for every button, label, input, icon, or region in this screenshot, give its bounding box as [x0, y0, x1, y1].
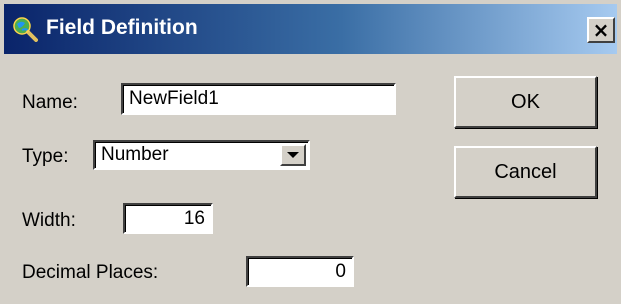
type-label: Type:	[22, 146, 69, 167]
decimal-places-label: Decimal Places:	[22, 262, 159, 283]
decimal-places-input[interactable]: 0	[246, 256, 354, 287]
decimal-places-input-value: 0	[335, 260, 346, 282]
name-input-value: NewField1	[129, 88, 219, 109]
name-input[interactable]: NewField1	[121, 83, 396, 115]
close-icon: ×	[592, 18, 610, 42]
title-bar[interactable]: Field Definition ×	[4, 4, 617, 54]
name-label: Name:	[22, 92, 78, 113]
magnifier-globe-icon	[13, 17, 38, 42]
window-title: Field Definition	[46, 16, 198, 39]
close-button[interactable]: ×	[587, 17, 615, 43]
ok-button[interactable]: OK	[454, 76, 597, 128]
width-input[interactable]: 16	[123, 203, 213, 234]
width-input-value: 16	[183, 207, 205, 229]
dropdown-arrow-button[interactable]	[280, 144, 306, 166]
chevron-down-icon	[287, 152, 299, 158]
type-dropdown[interactable]: Number	[93, 140, 310, 170]
width-label: Width:	[22, 210, 76, 231]
field-definition-dialog: Field Definition × Name: NewField1 Type:…	[0, 0, 621, 304]
cancel-button[interactable]: Cancel	[454, 146, 597, 198]
type-dropdown-value: Number	[101, 144, 169, 165]
